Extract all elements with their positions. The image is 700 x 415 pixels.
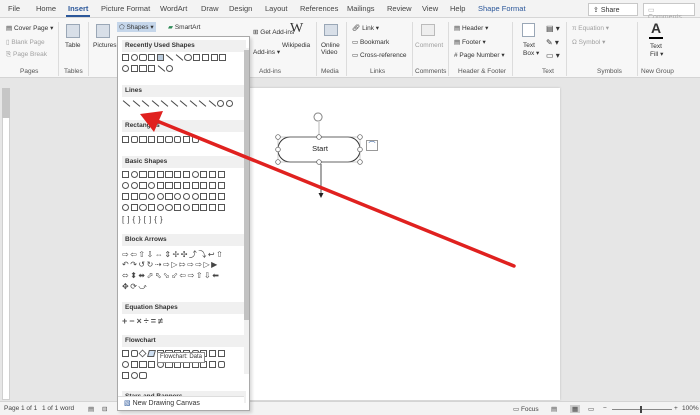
annotation-arrow-line (155, 119, 516, 268)
annotation-arrow (140, 111, 516, 268)
